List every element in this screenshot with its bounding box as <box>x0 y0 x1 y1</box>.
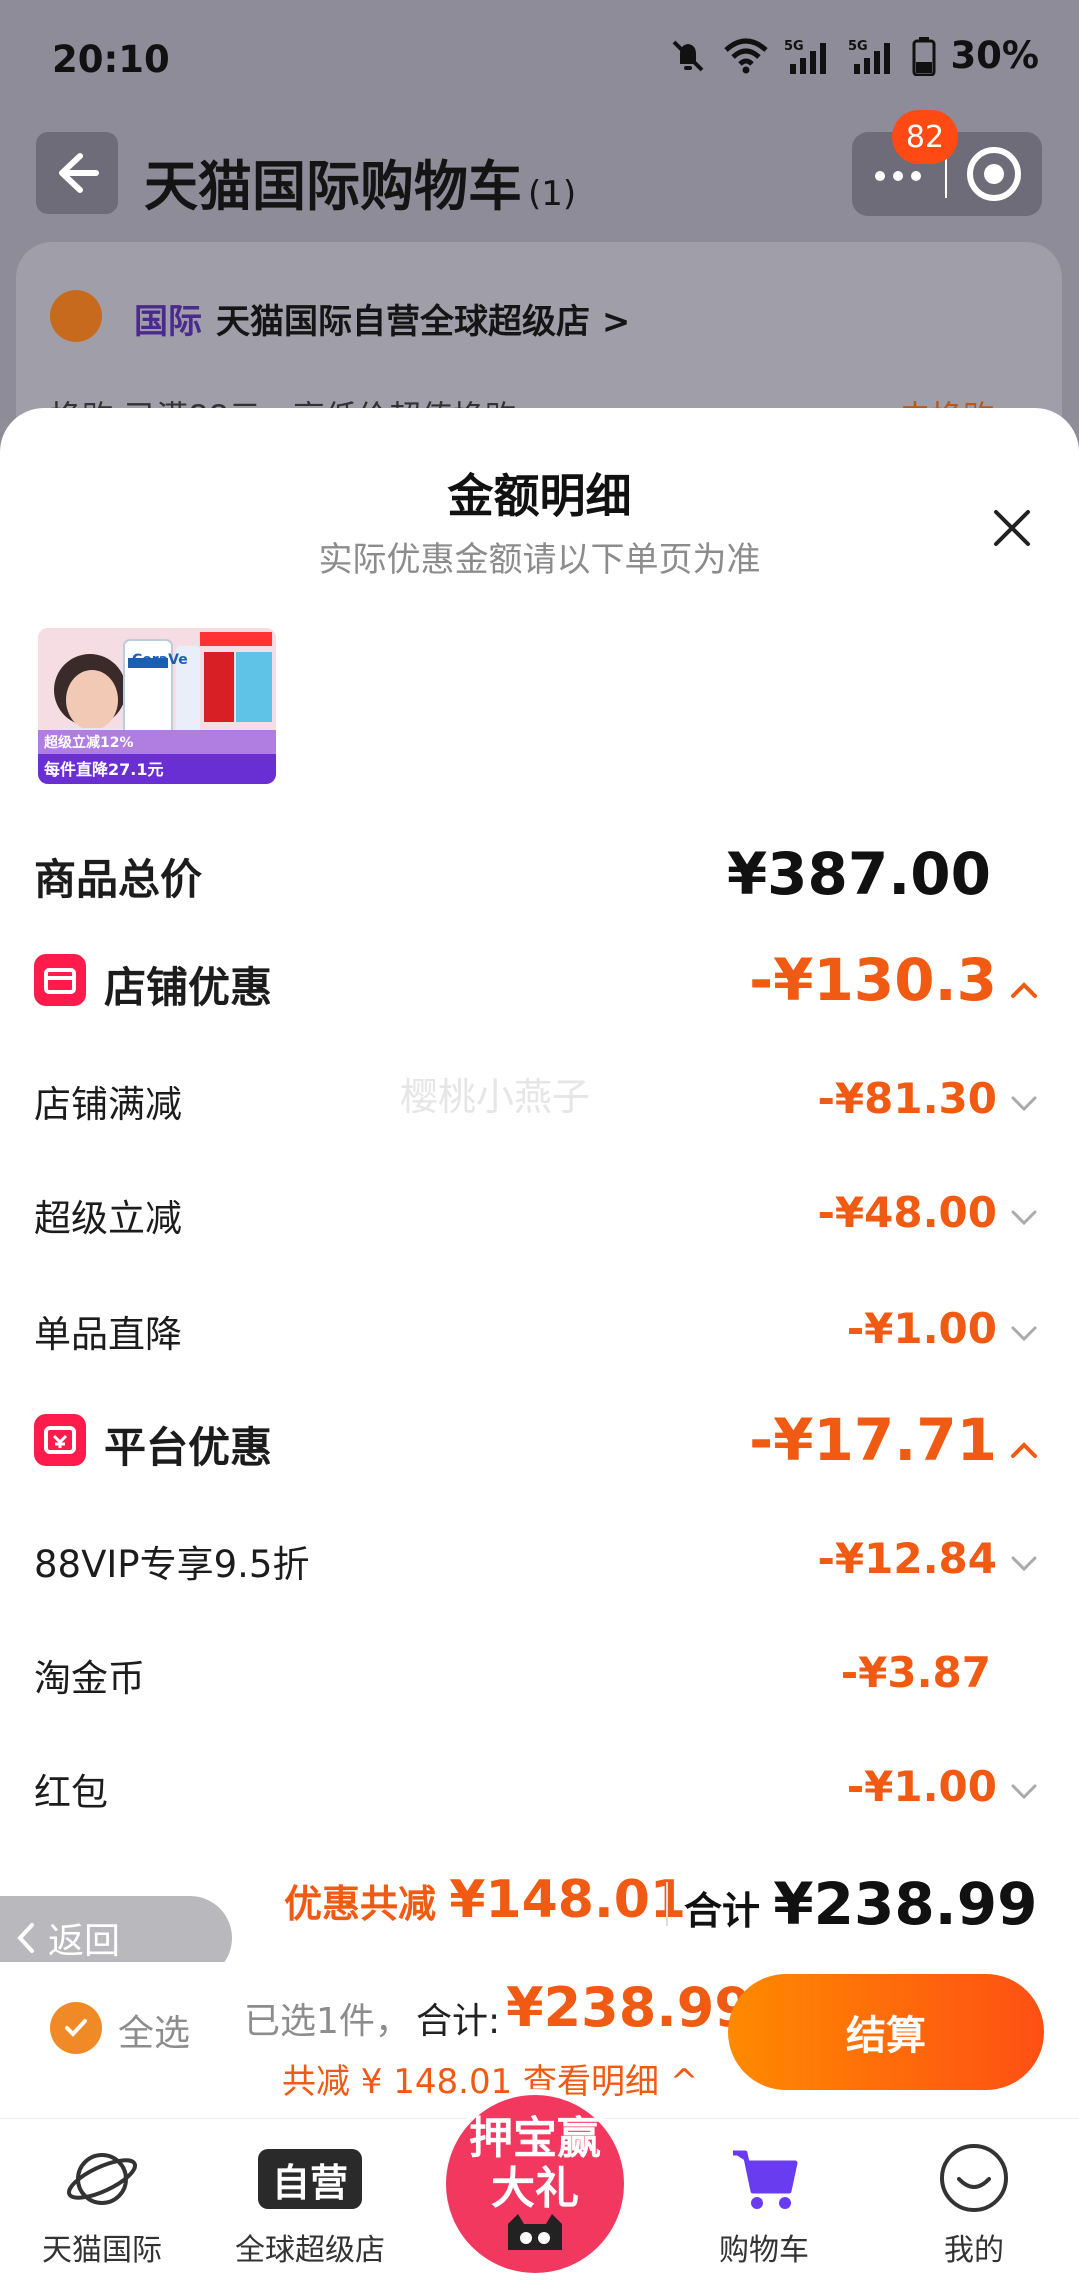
saved-amount: ¥148.01 <box>449 1870 687 1930</box>
tab-global-store[interactable]: 自营 全球超级店 <box>210 2139 410 2269</box>
tab-label: 我的 <box>944 2233 1004 2268</box>
platform-item-value: -¥1.00 <box>846 1762 997 1811</box>
store-item-label: 店铺满减 <box>34 1083 182 1126</box>
select-all-checkbox[interactable] <box>50 2002 102 2054</box>
self-operated-icon: 自营 <box>258 2149 362 2209</box>
shop-tag: 国际 <box>134 302 202 342</box>
close-miniapp-icon[interactable] <box>947 132 1042 216</box>
platform-item-amount: -¥3.87 <box>841 1648 991 1697</box>
store-item-value: -¥48.00 <box>817 1188 997 1237</box>
chevron-up-icon[interactable] <box>1009 980 1039 1000</box>
checkout-total: ¥238.99 <box>506 1976 752 2039</box>
close-icon[interactable] <box>988 504 1036 552</box>
selected-count: 已选1件， <box>244 2001 411 2042</box>
wifi-icon <box>724 38 769 73</box>
svg-text:5G: 5G <box>784 39 804 54</box>
chevron-up-icon[interactable] <box>1009 1440 1039 1460</box>
chevron-down-icon[interactable] <box>1009 1781 1039 1801</box>
cart-count: (1) <box>528 174 577 214</box>
platform-discount-amount: -¥17.71 <box>749 1406 1039 1474</box>
planet-icon <box>66 2153 138 2205</box>
arrow-left-icon <box>59 153 99 193</box>
summary-divider <box>666 1882 668 1926</box>
platform-item-amount: -¥12.84 <box>817 1534 1039 1583</box>
store-discount-value: -¥130.3 <box>749 946 997 1014</box>
store-discount-label: 店铺优惠 <box>104 963 273 1012</box>
store-item-value: -¥81.30 <box>817 1074 997 1123</box>
coupon-icon <box>34 1414 86 1466</box>
view-detail-link[interactable]: 共减 ¥ 148.01 查看明细 ^ <box>282 2054 698 2103</box>
tab-label: 全球超级店 <box>235 2233 385 2268</box>
store-icon <box>34 954 86 1006</box>
battery-percent: 30% <box>950 34 1039 77</box>
back-button[interactable] <box>36 132 118 214</box>
total-price-label: 商品总价 <box>34 855 203 904</box>
checkout-button[interactable]: 结算 <box>728 1974 1044 2090</box>
total-label: 合计 <box>684 1889 761 1933</box>
thumb-brand: CeraVe <box>132 652 188 668</box>
status-bar: 20:10 5G 5G 30% <box>0 0 1079 120</box>
tab-label: 购物车 <box>719 2233 809 2268</box>
platform-item-value: -¥3.87 <box>840 1648 991 1697</box>
shop-name[interactable]: 天猫国际自营全球超级店 > <box>216 294 630 343</box>
promo-label: 押宝赢大礼 <box>469 2113 601 2214</box>
tmall-cat-icon <box>508 2214 562 2250</box>
chevron-down-icon[interactable] <box>1009 1207 1039 1227</box>
shop-checkbox[interactable] <box>50 290 102 342</box>
chevron-down-icon[interactable] <box>1009 1323 1039 1343</box>
store-item-label: 单品直降 <box>34 1313 182 1356</box>
checkout-total-label: 合计: <box>416 2001 501 2042</box>
message-badge: 82 <box>892 110 958 164</box>
store-item-amount: -¥1.00 <box>847 1304 1039 1353</box>
cart-icon <box>733 2150 798 2209</box>
total-amount: ¥238.99 <box>773 1870 1038 1938</box>
total-price-amount: ¥387.00 <box>727 840 991 908</box>
saved-summary: 优惠共减 ¥148.01 <box>284 1870 686 1930</box>
total-price-value: ¥387.00 <box>726 840 991 908</box>
chevron-down-icon[interactable] <box>1009 1553 1039 1573</box>
platform-item-label: 淘金币 <box>34 1657 145 1700</box>
sheet-title: 金额明细 <box>447 469 632 523</box>
platform-item-label: 红包 <box>34 1771 108 1814</box>
platform-item-value: -¥12.84 <box>817 1534 997 1583</box>
svg-text:5G: 5G <box>848 39 868 54</box>
thumb-badge-1: 超级立减12% <box>44 735 134 751</box>
store-item-amount: -¥48.00 <box>817 1188 1039 1237</box>
thumb-badge-2: 每件直降27.1元 <box>44 760 164 779</box>
platform-discount-value: -¥17.71 <box>749 1406 997 1474</box>
watermark: 樱桃小燕子 <box>400 1075 591 1119</box>
page-title: 天猫国际购物车 (1) <box>144 142 576 221</box>
tab-mine[interactable]: 我的 <box>874 2139 1074 2269</box>
tab-label: 天猫国际 <box>42 2233 162 2268</box>
mute-icon <box>673 40 704 71</box>
chevron-down-icon[interactable] <box>1009 1093 1039 1113</box>
store-item-amount: -¥81.30 <box>817 1074 1039 1123</box>
page-title-text: 天猫国际购物车 <box>144 155 522 218</box>
chevron-left-icon <box>17 1923 34 1953</box>
signal-icon-2: 5G <box>848 39 891 74</box>
smile-icon <box>940 2144 1008 2212</box>
battery-icon <box>912 36 936 76</box>
status-icons: 5G 5G 30% <box>668 34 1039 77</box>
platform-item-label: 88VIP专享9.5折 <box>34 1543 310 1586</box>
tab-bar: 天猫国际 自营 全球超级店 押宝赢大礼 购物车 我的 <box>0 2089 1079 2290</box>
signal-icon-1: 5G <box>784 39 827 74</box>
total-summary: 合计 ¥238.99 <box>684 1870 1037 1938</box>
amount-detail-sheet: 金额明细 实际优惠金额请以下单页为准 超级立减12% 每件直降27.1元 Cer… <box>0 408 1079 2118</box>
store-discount-amount: -¥130.3 <box>749 946 1039 1014</box>
check-icon <box>65 2019 87 2037</box>
nav-bar: 天猫国际购物车 (1) 82 <box>0 110 1079 224</box>
saved-label: 优惠共减 <box>284 1882 437 1926</box>
tab-tmall-global[interactable]: 天猫国际 <box>2 2139 202 2269</box>
return-label: 返回 <box>48 1921 121 1962</box>
status-time: 20:10 <box>52 38 170 81</box>
select-all-label[interactable]: 全选 <box>118 2004 190 2056</box>
tab-cart[interactable]: 购物车 <box>664 2139 864 2269</box>
promo-entry[interactable]: 押宝赢大礼 <box>440 2089 630 2279</box>
platform-discount-label: 平台优惠 <box>104 1423 273 1472</box>
store-item-value: -¥1.00 <box>846 1304 997 1353</box>
sheet-subtitle: 实际优惠金额请以下单页为准 <box>318 540 761 580</box>
platform-item-amount: -¥1.00 <box>847 1762 1039 1811</box>
store-item-label: 超级立减 <box>34 1197 182 1240</box>
